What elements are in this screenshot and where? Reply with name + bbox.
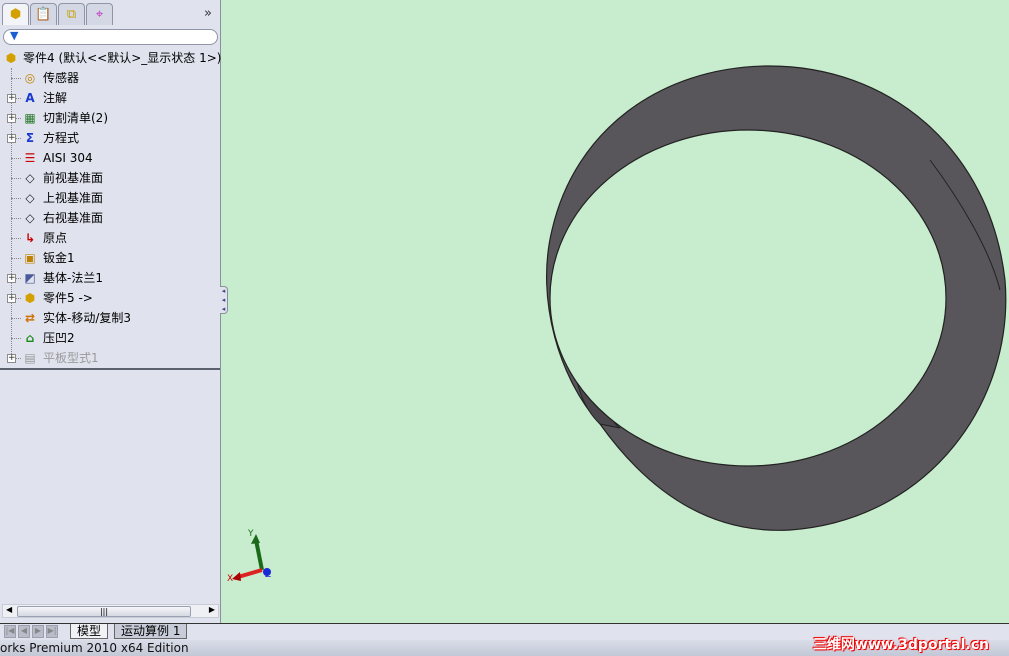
feature-manager-panel: ⬢ 📋 ⧉ ⌖ » ▼ ⬢ 零件4 (默认<<默认>_显示状态 1>) ◎ 传感器 + A… xyxy=(0,0,221,623)
tree-item-label: 方程式 xyxy=(43,131,80,145)
configuration-manager-icon: ⧉ xyxy=(66,7,77,22)
x-axis-arrow xyxy=(237,568,263,579)
sensor-folder-icon: ◎ xyxy=(24,71,36,85)
property-manager-icon: 📋 xyxy=(35,7,52,22)
dimxpert-manager-tab[interactable]: ⌖ xyxy=(86,3,113,25)
watermark: 三维网www.3dportal.cn xyxy=(812,637,989,653)
status-text: orks Premium 2010 x64 Edition xyxy=(0,641,189,655)
property-manager-tab[interactable]: 📋 xyxy=(30,3,57,25)
part-icon: ⬢ xyxy=(24,291,36,305)
tree-item-label: 右视基准面 xyxy=(43,211,104,225)
tree-item-label: 基体-法兰1 xyxy=(43,271,103,285)
y-axis-label: Y xyxy=(247,529,254,539)
tree-item-label: 前视基准面 xyxy=(43,171,104,185)
tree-connector xyxy=(11,198,21,199)
tree-item[interactable]: ⇄ 实体-移动/复制3 xyxy=(0,308,221,328)
tree-item-label: 原点 xyxy=(43,231,68,245)
filter-icon: ▼ xyxy=(10,29,19,42)
next-tab-button[interactable]: ▶ xyxy=(32,625,44,638)
tree-item[interactable]: + ▤ 平板型式1 xyxy=(0,348,221,368)
view-triad: Y X Z xyxy=(227,529,271,584)
tree-item[interactable]: ↳ 原点 xyxy=(0,228,221,248)
expand-icon[interactable]: + xyxy=(7,354,16,363)
plane-icon: ◇ xyxy=(25,191,35,205)
tree-item-label: 零件5 -> xyxy=(43,291,93,305)
plane-icon: ◇ xyxy=(25,211,35,225)
expand-icon[interactable]: + xyxy=(7,294,16,303)
configuration-manager-tab[interactable]: ⧉ xyxy=(58,3,85,25)
tree-item[interactable]: ⬢ 零件4 (默认<<默认>_显示状态 1>) xyxy=(0,48,222,68)
tree-connector xyxy=(11,318,21,319)
expand-panel-button[interactable]: » xyxy=(204,6,212,21)
tree-item-label: 实体-移动/复制3 xyxy=(43,311,132,325)
feature-tree: ⬢ 零件4 (默认<<默认>_显示状态 1>) ◎ 传感器 + A 注解 + ▦ 切割清单(2) +… xyxy=(0,48,222,368)
tree-item-label: 钣金1 xyxy=(43,251,75,265)
material-icon: ☰ xyxy=(24,151,36,165)
tree-item[interactable]: ◇ 右视基准面 xyxy=(0,208,221,228)
collapse-panel-handle[interactable]: ◂ ◂ ◂ xyxy=(220,286,228,314)
sheet-metal-ring xyxy=(546,65,1007,531)
tree-connector xyxy=(11,338,21,339)
tree-item[interactable]: + A 注解 xyxy=(0,88,221,108)
last-tab-button[interactable]: ▶| xyxy=(46,625,58,638)
first-tab-button[interactable]: |◀ xyxy=(4,625,16,638)
dimxpert-manager-icon: ⌖ xyxy=(95,7,104,22)
part-icon: ⬢ xyxy=(5,51,17,65)
filter-input[interactable]: ▼ xyxy=(3,29,218,45)
indent-icon: ⌂ xyxy=(25,331,35,345)
tree-connector xyxy=(11,238,21,239)
tree-item[interactable]: ◇ 上视基准面 xyxy=(0,188,221,208)
tree-connector xyxy=(11,78,21,79)
tree-connector xyxy=(11,158,21,159)
tree-connector xyxy=(11,218,21,219)
feature-manager-icon: ⬢ xyxy=(9,7,22,22)
scroll-right-icon[interactable]: ▶ xyxy=(209,605,215,614)
origin-icon: ↳ xyxy=(24,231,36,245)
panel-tabs: ⬢ 📋 ⧉ ⌖ xyxy=(2,3,113,25)
tree-item[interactable]: ▣ 钣金1 xyxy=(0,248,221,268)
tree-item-label: 上视基准面 xyxy=(43,191,104,205)
y-axis-arrow xyxy=(254,539,264,571)
flat-pattern-icon: ▤ xyxy=(24,351,36,365)
move-copy-icon: ⇄ xyxy=(24,311,36,325)
tree-item-label: 注解 xyxy=(43,91,68,105)
feature-manager-tab[interactable]: ⬢ xyxy=(2,3,29,25)
sheet-metal-icon: ▣ xyxy=(24,251,36,265)
tree-item[interactable]: ☰ AISI 304 xyxy=(0,148,221,168)
expand-icon[interactable]: + xyxy=(7,94,16,103)
tree-item-label: 零件4 (默认<<默认>_显示状态 1>) xyxy=(23,51,222,65)
z-axis-label: Z xyxy=(265,570,271,580)
expand-icon[interactable]: + xyxy=(7,274,16,283)
tree-item[interactable]: ⌂ 压凹2 xyxy=(0,328,221,348)
tree-item-label: 切割清单(2) xyxy=(43,111,108,125)
plane-icon: ◇ xyxy=(25,171,35,185)
tab-model[interactable]: 模型 xyxy=(70,624,109,639)
prev-tab-button[interactable]: ◀ xyxy=(18,625,30,638)
horizontal-scrollbar[interactable]: ◀ ||| ▶ xyxy=(2,604,219,618)
tree-item[interactable]: ◎ 传感器 xyxy=(0,68,221,88)
tree-item[interactable]: ◇ 前视基准面 xyxy=(0,168,221,188)
annotations-folder-icon: A xyxy=(25,91,35,105)
scroll-left-icon[interactable]: ◀ xyxy=(6,605,12,614)
expand-icon[interactable]: + xyxy=(7,134,16,143)
tree-item[interactable]: + ⬢ 零件5 -> xyxy=(0,288,221,308)
tree-item[interactable]: + ▦ 切割清单(2) xyxy=(0,108,221,128)
tree-item[interactable]: + Σ 方程式 xyxy=(0,128,221,148)
tree-connector xyxy=(11,258,21,259)
panel-divider[interactable] xyxy=(0,368,220,370)
tree-item-label: 压凹2 xyxy=(43,331,75,345)
cut-list-icon: ▦ xyxy=(24,111,36,125)
tree-connector xyxy=(11,178,21,179)
tree-item[interactable]: + ◩ 基体-法兰1 xyxy=(0,268,221,288)
tree-item-label: 平板型式1 xyxy=(43,351,99,365)
equations-folder-icon: Σ xyxy=(25,131,35,145)
tree-item-label: AISI 304 xyxy=(43,151,93,165)
x-axis-label: X xyxy=(227,574,233,584)
expand-icon[interactable]: + xyxy=(7,114,16,123)
tab-motion-study[interactable]: 运动算例 1 xyxy=(114,624,188,639)
scrollbar-thumb[interactable]: ||| xyxy=(17,606,191,617)
base-flange-icon: ◩ xyxy=(24,271,36,285)
tree-item-label: 传感器 xyxy=(43,71,80,85)
